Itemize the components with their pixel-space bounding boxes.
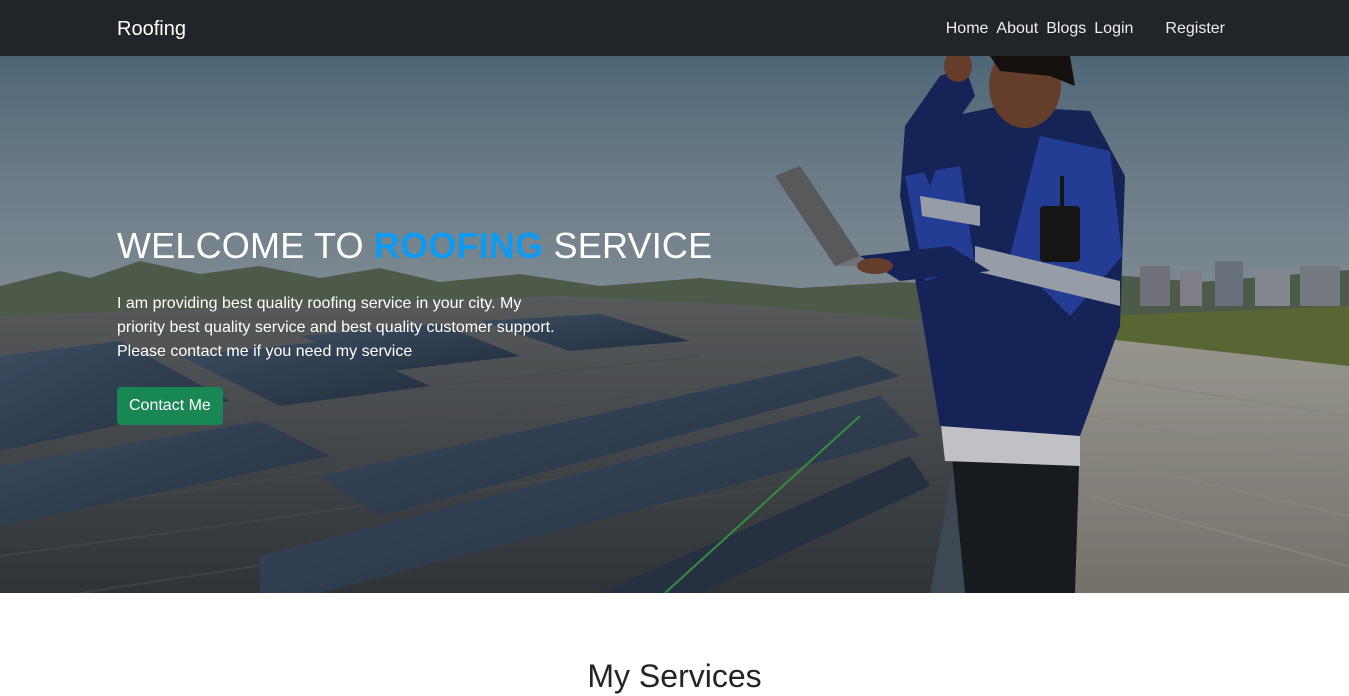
- nav-link-register[interactable]: Register: [1165, 17, 1225, 41]
- nav-link-login[interactable]: Login: [1094, 17, 1133, 41]
- contact-me-button[interactable]: Contact Me: [117, 387, 223, 425]
- navbar: Roofing Home About Blogs Login Register: [0, 0, 1349, 56]
- hero-title-accent: ROOFING: [373, 225, 544, 266]
- hero-title-suffix: SERVICE: [543, 225, 713, 266]
- hero-description: I am providing best quality roofing serv…: [117, 295, 555, 360]
- hero-title: WELCOME TO ROOFING SERVICE: [117, 224, 712, 268]
- services-section-title: My Services: [587, 658, 762, 694]
- brand-link[interactable]: Roofing: [117, 16, 186, 42]
- hero-title-prefix: WELCOME TO: [117, 225, 374, 266]
- nav-links: Home About Blogs Login Register: [946, 17, 1225, 41]
- nav-link-about[interactable]: About: [996, 17, 1038, 41]
- nav-link-blogs[interactable]: Blogs: [1046, 17, 1086, 41]
- nav-link-home[interactable]: Home: [946, 17, 989, 41]
- hero-section: WELCOME TO ROOFING SERVICE I am providin…: [0, 56, 1349, 593]
